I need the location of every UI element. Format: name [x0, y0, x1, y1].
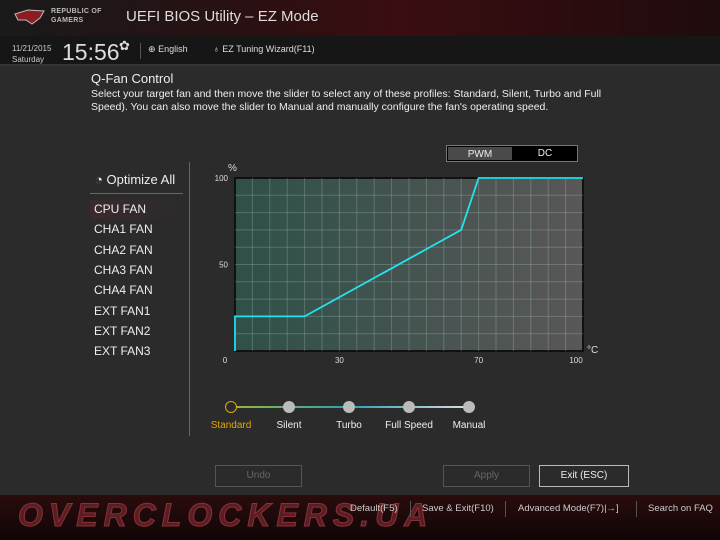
brand-line2: GAMERS [51, 17, 84, 24]
title-bar [0, 0, 720, 36]
brand-logo: REPUBLIC OF GAMERS [51, 7, 102, 25]
page-description: Select your target fan and then move the… [91, 88, 602, 113]
fan-item[interactable]: CHA2 FAN [90, 241, 184, 260]
slider-stop-full-speed[interactable] [403, 401, 415, 413]
optimize-all-button[interactable]: ◔ Optimize All [95, 172, 175, 187]
divider [410, 501, 411, 517]
page-title: Q-Fan Control [91, 71, 174, 86]
app-title: UEFI BIOS Utility – EZ Mode [126, 8, 319, 25]
divider [90, 193, 183, 194]
undo-button[interactable]: Undo [215, 465, 302, 487]
language-button[interactable]: ⊕ English [148, 44, 188, 55]
clock: 15:56 [62, 39, 120, 65]
default-button[interactable]: Default(F5) [350, 503, 398, 514]
enter-icon: →] [606, 503, 619, 514]
exit-button[interactable]: Exit (ESC) [539, 465, 629, 487]
divider [140, 43, 141, 59]
lightbulb-icon: ♁ [213, 44, 220, 54]
divider [636, 501, 637, 517]
slider-stop-turbo[interactable] [343, 401, 355, 413]
apply-button[interactable]: Apply [443, 465, 530, 487]
fan-gauge-icon: ◔ [95, 172, 103, 187]
fan-item[interactable]: EXT FAN3 [90, 342, 184, 361]
y-tick-label: 50 [219, 261, 228, 270]
profile-slider[interactable]: Standard Silent Turbo Full Speed Manual [210, 398, 500, 438]
fan-item[interactable]: CHA1 FAN [90, 220, 184, 239]
fan-item[interactable]: CHA3 FAN [90, 261, 184, 280]
day: Saturday [12, 55, 45, 64]
save-exit-button[interactable]: Save & Exit(F10) [422, 503, 494, 514]
x-axis-label: °C [587, 345, 598, 356]
divider [505, 501, 506, 517]
advanced-mode-button[interactable]: Advanced Mode(F7)|→] [518, 503, 619, 514]
rog-logo-icon [14, 9, 45, 25]
wizard-label: EZ Tuning Wizard(F11) [222, 44, 315, 54]
date: 11/21/2015 [12, 44, 52, 53]
x-tick-label: 0 [223, 356, 228, 365]
advanced-label: Advanced Mode(F7)| [518, 503, 607, 514]
slider-stop-standard[interactable] [225, 401, 237, 413]
divider [189, 162, 190, 436]
gear-icon[interactable]: ✿ [119, 38, 130, 54]
globe-icon: ⊕ [148, 44, 156, 54]
x-tick-label: 70 [474, 356, 483, 365]
x-tick-label: 30 [335, 356, 344, 365]
fan-item[interactable]: EXT FAN2 [90, 322, 184, 341]
fan-item[interactable]: CPU FAN [90, 200, 184, 219]
date-display: 11/21/2015 Saturday [12, 43, 51, 65]
x-tick-label: 100 [569, 356, 583, 365]
y-tick-label: 100 [215, 174, 229, 183]
slider-stop-manual[interactable] [463, 401, 475, 413]
fan-item[interactable]: CHA4 FAN [90, 281, 184, 300]
optimize-label: Optimize All [106, 172, 176, 187]
ez-tuning-wizard-button[interactable]: ♁ EZ Tuning Wizard(F11) [213, 44, 315, 54]
search-faq-button[interactable]: Search on FAQ [648, 503, 713, 514]
language-label: English [158, 44, 188, 54]
fan-curve-chart[interactable]: 0 30 70 100 50 100% °C [200, 155, 610, 370]
profile-label[interactable]: Manual [429, 420, 509, 431]
slider-stop-silent[interactable] [283, 401, 295, 413]
fan-item[interactable]: EXT FAN1 [90, 302, 184, 321]
brand-line1: REPUBLIC OF [51, 8, 102, 15]
y-axis-label: % [228, 163, 237, 174]
